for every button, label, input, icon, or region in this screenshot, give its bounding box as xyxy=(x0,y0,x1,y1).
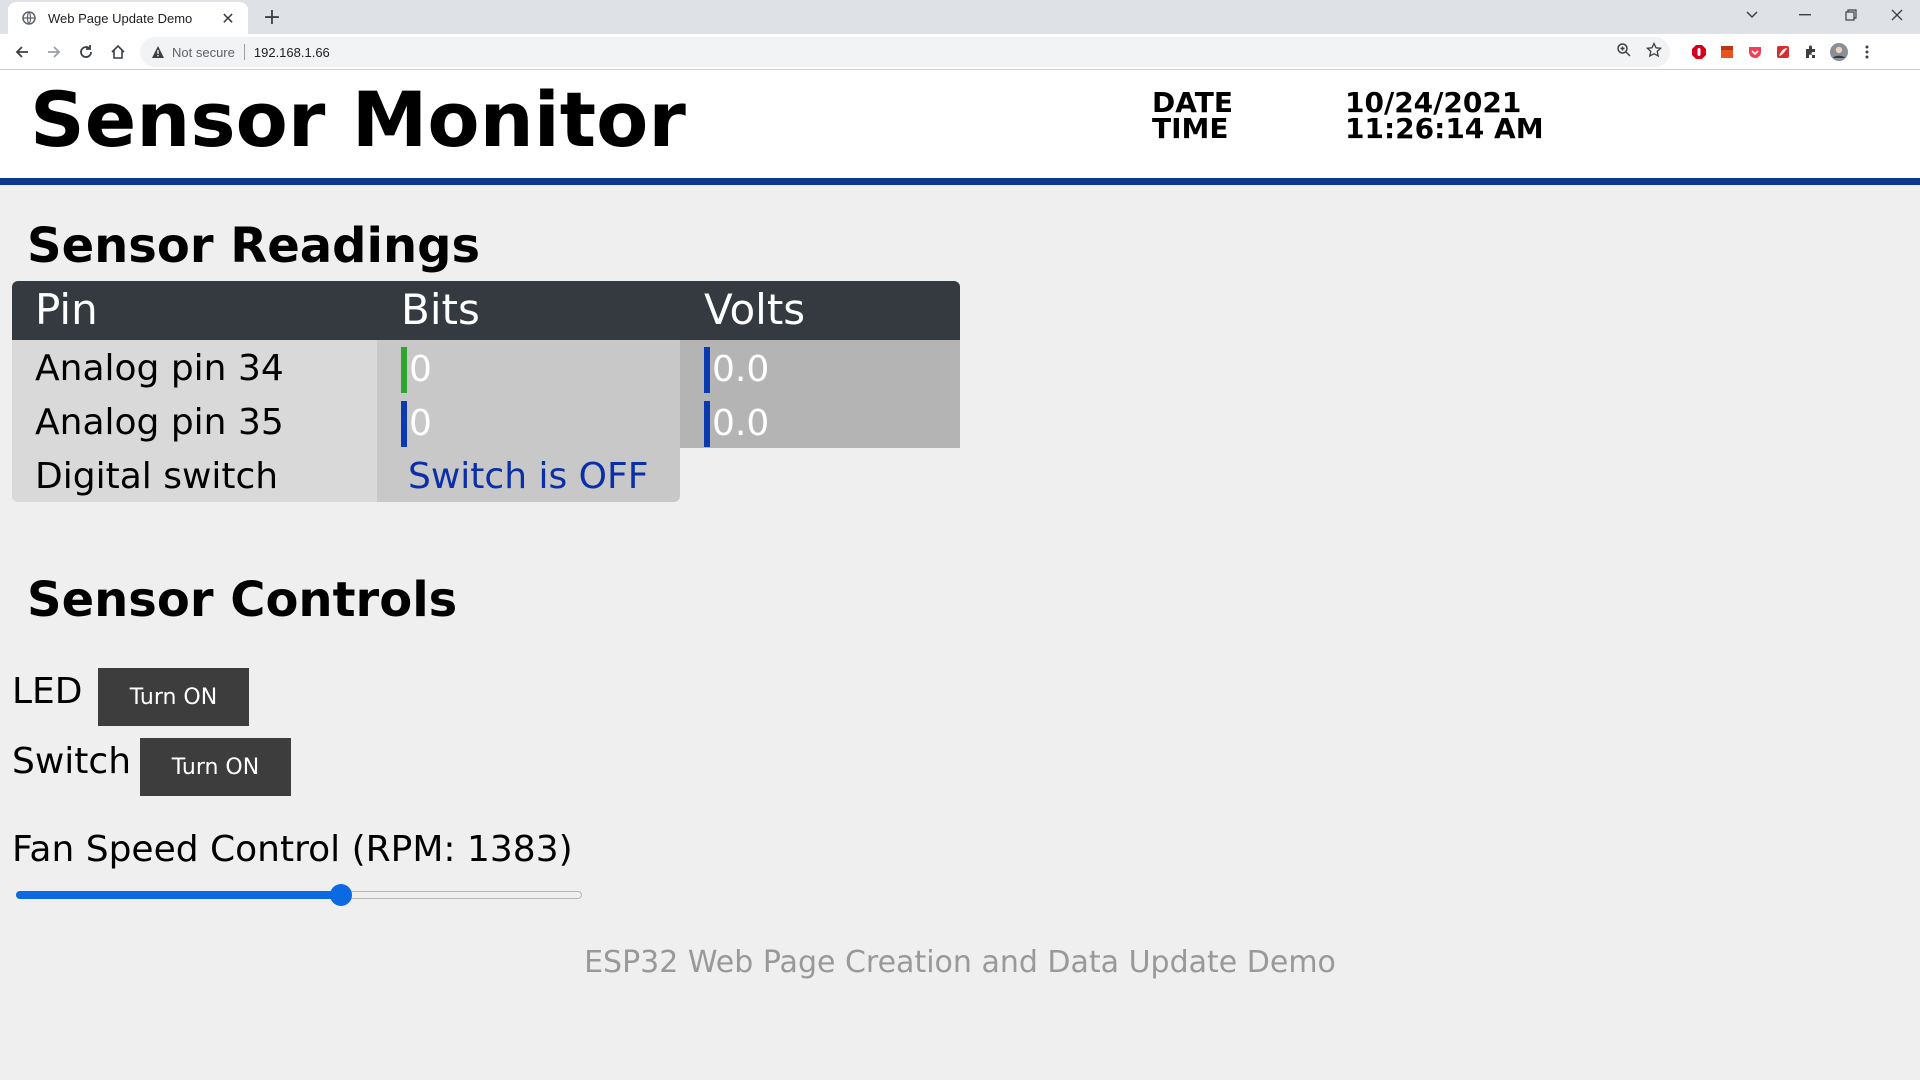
column-header-bits: Bits xyxy=(401,285,480,334)
bits-bar-pin34 xyxy=(401,347,407,393)
table-header: Pin Bits Volts xyxy=(12,281,960,340)
globe-icon xyxy=(20,9,38,27)
address-bar[interactable]: Not secure 192.168.1.66 xyxy=(140,37,1670,67)
close-window-icon[interactable] xyxy=(1874,0,1920,30)
switch-toggle-button[interactable]: Turn ON xyxy=(140,738,291,796)
time-label: TIME xyxy=(1152,112,1229,145)
row-label-pin34: Analog pin 34 xyxy=(35,348,284,389)
column-header-pin: Pin xyxy=(35,285,98,334)
menu-icon[interactable] xyxy=(1858,43,1876,61)
bits-bar-pin35 xyxy=(401,401,407,447)
extension-icon[interactable] xyxy=(1802,43,1820,61)
restore-icon[interactable] xyxy=(1828,0,1874,30)
readings-heading: Sensor Readings xyxy=(27,218,481,274)
controls-heading: Sensor Controls xyxy=(27,572,458,628)
back-icon[interactable] xyxy=(8,38,36,66)
forward-icon[interactable] xyxy=(40,38,68,66)
adblock-icon[interactable] xyxy=(1690,43,1708,61)
pocket-icon[interactable] xyxy=(1746,43,1764,61)
row-label-switch: Digital switch xyxy=(35,456,279,497)
new-tab-button[interactable]: + xyxy=(258,4,286,32)
bits-value-pin34: 0 xyxy=(409,349,432,390)
page-content: Sensor Monitor DATE TIME 10/24/2021 11:2… xyxy=(0,70,1920,1080)
fan-speed-slider-thumb[interactable] xyxy=(330,884,353,906)
profile-icon[interactable] xyxy=(1830,43,1848,61)
browser-toolbar: Not secure 192.168.1.66 xyxy=(0,34,1920,70)
reload-icon[interactable] xyxy=(72,38,100,66)
security-status[interactable]: Not secure xyxy=(172,45,235,60)
browser-tab[interactable]: Web Page Update Demo ✕ xyxy=(8,2,248,34)
page-title: Sensor Monitor xyxy=(30,75,686,164)
volts-bar-pin35 xyxy=(704,401,710,447)
datetime-labels: DATE TIME xyxy=(1152,89,1233,145)
url-text[interactable]: 192.168.1.66 xyxy=(254,45,330,60)
switch-status: Switch is OFF xyxy=(408,456,649,497)
home-icon[interactable] xyxy=(104,38,132,66)
switch-label: Switch xyxy=(12,741,132,782)
page-header: Sensor Monitor DATE TIME 10/24/2021 11:2… xyxy=(0,70,1920,185)
led-label: LED xyxy=(12,671,83,712)
minimize-icon[interactable] xyxy=(1782,0,1828,30)
tab-search-icon[interactable] xyxy=(1732,0,1772,30)
bits-value-pin35: 0 xyxy=(409,403,432,444)
volts-value-pin35: 0.0 xyxy=(712,403,770,444)
office-icon[interactable] xyxy=(1718,43,1736,61)
close-tab-icon[interactable]: ✕ xyxy=(218,9,238,28)
star-icon[interactable] xyxy=(1645,41,1663,62)
time-value: 11:26:14 AM xyxy=(1345,112,1544,145)
tab-strip: Web Page Update Demo ✕ + xyxy=(0,0,1920,34)
led-toggle-button[interactable]: Turn ON xyxy=(98,668,249,726)
zoom-icon[interactable] xyxy=(1616,42,1632,62)
footer-text: ESP32 Web Page Creation and Data Update … xyxy=(584,945,1336,980)
fan-speed-slider-fill xyxy=(16,891,342,899)
volts-value-pin34: 0.0 xyxy=(712,349,770,390)
pdf-icon[interactable] xyxy=(1774,43,1792,61)
datetime-values: 10/24/2021 11:26:14 AM xyxy=(1345,89,1544,145)
warning-icon[interactable] xyxy=(150,44,166,60)
url-divider xyxy=(243,44,245,60)
tab-title: Web Page Update Demo xyxy=(48,10,193,26)
column-header-volts: Volts xyxy=(704,285,806,334)
fan-speed-label: Fan Speed Control (RPM: 1383) xyxy=(12,829,573,870)
row-label-pin35: Analog pin 35 xyxy=(35,402,284,443)
volts-bar-pin34 xyxy=(704,347,710,393)
